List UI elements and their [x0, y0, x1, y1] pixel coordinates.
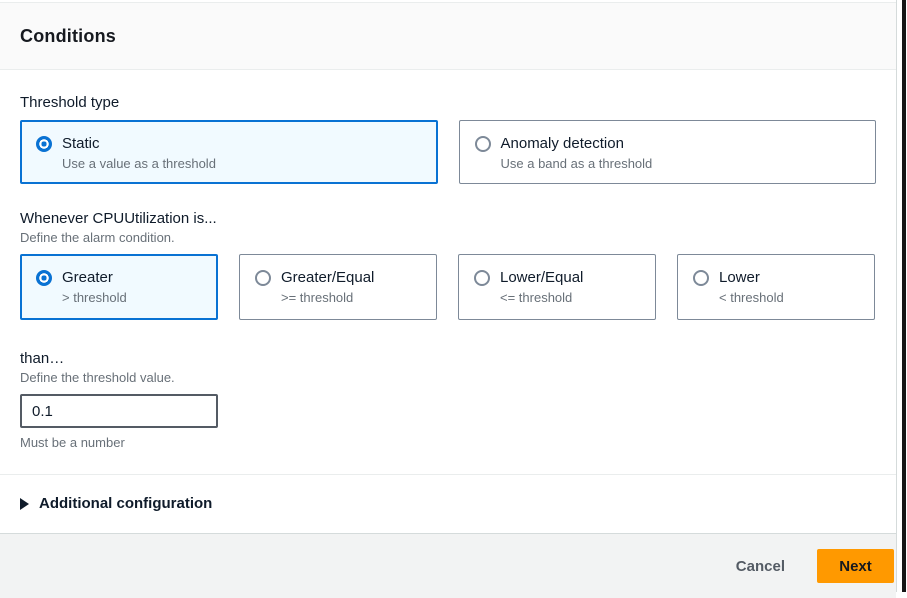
option-lower-label: Lower: [719, 269, 760, 286]
threshold-value-sublabel: Define the threshold value.: [20, 370, 175, 385]
condition-options: Greater > threshold Greater/Equal >= thr…: [20, 254, 876, 320]
option-greater-description: > threshold: [62, 290, 127, 305]
option-anomaly-detection-description: Use a band as a threshold: [500, 156, 653, 171]
option-static[interactable]: Static Use a value as a threshold: [20, 120, 438, 184]
cancel-button[interactable]: Cancel: [736, 558, 785, 575]
condition-label: Whenever CPUUtilization is...: [20, 210, 217, 227]
radio-greater-equal-icon[interactable]: [255, 270, 271, 286]
condition-sublabel: Define the alarm condition.: [20, 230, 175, 245]
next-button[interactable]: Next: [817, 549, 894, 583]
additional-configuration-expander[interactable]: Additional configuration: [0, 474, 896, 534]
panel-body: Threshold type Static Use a value as a t…: [0, 70, 896, 450]
option-lower-equal-label: Lower/Equal: [500, 269, 584, 286]
option-lower-equal[interactable]: Lower/Equal <= threshold: [458, 254, 656, 320]
radio-static-icon[interactable]: [36, 136, 52, 152]
option-static-label: Static: [62, 135, 100, 152]
threshold-type-label: Threshold type: [20, 94, 120, 111]
option-lower-equal-description: <= threshold: [500, 290, 573, 305]
option-greater[interactable]: Greater > threshold: [20, 254, 218, 320]
radio-lower-equal-icon[interactable]: [474, 270, 490, 286]
triangle-right-icon: [20, 497, 29, 510]
option-greater-label: Greater: [62, 269, 113, 286]
option-static-description: Use a value as a threshold: [62, 156, 216, 171]
option-greater-equal[interactable]: Greater/Equal >= threshold: [239, 254, 437, 320]
radio-lower-icon[interactable]: [693, 270, 709, 286]
option-lower-description: < threshold: [719, 290, 784, 305]
radio-greater-icon[interactable]: [36, 270, 52, 286]
option-greater-equal-description: >= threshold: [281, 290, 354, 305]
threshold-value-input[interactable]: [20, 394, 218, 428]
page-title: Conditions: [20, 25, 116, 46]
option-lower[interactable]: Lower < threshold: [677, 254, 875, 320]
conditions-panel: Conditions Threshold type Static Use a v…: [0, 0, 897, 598]
threshold-value-label: than…: [20, 350, 65, 367]
footer-actions: Cancel Next: [0, 534, 896, 598]
scrollbar-thumb[interactable]: [902, 0, 906, 592]
panel-header: Conditions: [0, 2, 896, 70]
threshold-value-hint: Must be a number: [20, 435, 125, 450]
option-anomaly-detection[interactable]: Anomaly detection Use a band as a thresh…: [458, 120, 876, 184]
additional-configuration-label: Additional configuration: [39, 495, 213, 512]
radio-anomaly-detection-icon[interactable]: [474, 136, 491, 152]
option-anomaly-detection-label: Anomaly detection: [500, 135, 624, 152]
threshold-type-options: Static Use a value as a threshold Anomal…: [20, 120, 876, 184]
option-greater-equal-label: Greater/Equal: [281, 269, 375, 286]
